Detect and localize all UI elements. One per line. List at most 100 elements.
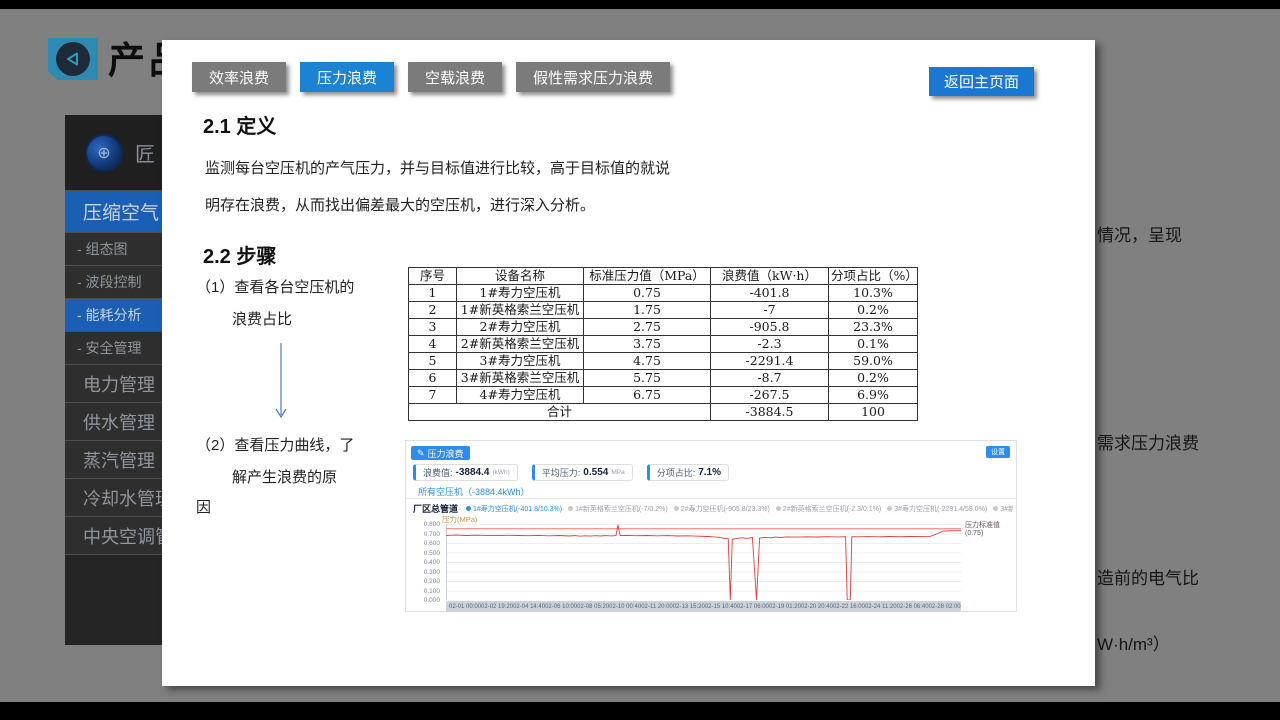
legend-item-5: 3#新英格索兰空压机(-8.7/0.2%) — [993, 504, 1013, 514]
section-2-heading: 2.2 步骤 — [203, 240, 276, 269]
sidebar-item-5[interactable]: 电力管理 — [65, 364, 162, 402]
stat-box-0: 浪费值:-3884.4(kWh) — [413, 464, 518, 481]
tab-0[interactable]: 效率浪费 — [192, 62, 286, 92]
cell-1-3: -7 — [711, 302, 829, 319]
step-1-text-line2: 浪费占比 — [232, 308, 292, 329]
sidebar-item-1[interactable]: - 组态图 — [65, 232, 162, 265]
total-label-cell: 合计 — [409, 404, 711, 421]
legend-item-2: 2#寿力空压机(-905.8/23.3%) — [674, 504, 770, 514]
x-tick-1: 02-02 19:20 — [481, 604, 513, 610]
x-tick-11: 02-20 20:40 — [801, 604, 833, 610]
x-tick-6: 02-11 20:00 — [641, 604, 673, 610]
table-row-6: 74#寿力空压机6.75-267.56.9% — [409, 387, 918, 404]
cell-3-0: 4 — [409, 336, 457, 353]
legend-item-1: 1#新英格索兰空压机(-7/0.2%) — [568, 504, 668, 514]
tab-3[interactable]: 假性需求压力浪费 — [516, 62, 670, 92]
sidebar-item-0[interactable]: 压缩空气 — [65, 190, 162, 232]
tab-2[interactable]: 空载浪费 — [408, 62, 502, 92]
cell-5-2: 5.75 — [584, 370, 711, 387]
sidebar-item-4[interactable]: - 安全管理 — [65, 331, 162, 364]
stat-label-0: 浪费值: — [423, 466, 453, 479]
x-tick-7: 02-13 15:20 — [673, 604, 705, 610]
cell-6-4: 6.9% — [829, 387, 918, 404]
cell-1-0: 2 — [409, 302, 457, 319]
table-col-header-0: 序号 — [409, 268, 457, 285]
cell-2-0: 3 — [409, 319, 457, 336]
cell-4-0: 5 — [409, 353, 457, 370]
total-waste-cell: -3884.5 — [711, 404, 829, 421]
x-tick-2: 02-04 14:40 — [513, 604, 545, 610]
cell-2-1: 2#寿力空压机 — [457, 319, 584, 336]
sidebar-item-7[interactable]: 蒸汽管理 — [65, 440, 162, 478]
table-col-header-1: 设备名称 — [457, 268, 584, 285]
cell-5-4: 0.2% — [829, 370, 918, 387]
sidebar-item-9[interactable]: 中央空调管理 — [65, 516, 162, 554]
cell-5-3: -8.7 — [711, 370, 829, 387]
y-tick-2: 0.600 — [424, 540, 440, 547]
stat-unit-0: (kWh) — [492, 469, 509, 476]
sidebar-item-8[interactable]: 冷却水管理 — [65, 478, 162, 516]
y-tick-0: 0.800 — [424, 521, 440, 528]
cell-3-2: 3.75 — [584, 336, 711, 353]
y-tick-1: 0.700 — [424, 531, 440, 538]
legend-dot-1 — [568, 506, 573, 511]
separator-line — [406, 498, 1016, 499]
waste-tabs: 效率浪费压力浪费空载浪费假性需求压力浪费 — [192, 62, 670, 92]
cell-4-3: -2291.4 — [711, 353, 829, 370]
stat-label-1: 平均压力: — [542, 466, 581, 479]
cell-6-2: 6.75 — [584, 387, 711, 404]
tab-1[interactable]: 压力浪费 — [300, 62, 394, 92]
cell-0-4: 10.3% — [829, 285, 918, 302]
legend-dot-2 — [674, 506, 679, 511]
table-header-row: 序号设备名称标准压力值（MPa）浪费值（kW·h）分项占比（%） — [409, 268, 918, 285]
step-2-text-line2: 解产生浪费的原 — [232, 466, 337, 487]
sidebar-filler — [65, 554, 162, 645]
cell-1-4: 0.2% — [829, 302, 918, 319]
bg-text-fragment-2: 需求压力浪费 — [1097, 429, 1199, 454]
sidebar-item-2[interactable]: - 波段控制 — [65, 265, 162, 298]
cell-4-4: 59.0% — [829, 353, 918, 370]
back-arrow-icon — [56, 42, 90, 76]
cell-0-0: 1 — [409, 285, 457, 302]
cell-3-3: -2.3 — [711, 336, 829, 353]
y-axis-ticks: 0.8000.7000.6000.5000.4000.3000.2000.100… — [410, 524, 442, 600]
chart-stats-row: 浪费值:-3884.4(kWh)平均压力:0.554MPa分项占比:7.1% — [413, 464, 729, 481]
cell-1-2: 1.75 — [584, 302, 711, 319]
table-total-row: 合计 -3884.5 100 — [409, 404, 918, 421]
edit-icon: ✎ — [417, 448, 425, 459]
cell-5-0: 6 — [409, 370, 457, 387]
stat-value-0: -3884.4 — [456, 467, 490, 478]
legend-item-4: 3#寿力空压机(-2291.4/59.0%) — [887, 504, 987, 514]
sidebar-header: ⊕ 匠 — [65, 115, 162, 190]
legend-dot-5 — [993, 506, 998, 511]
x-tick-12: 02-22 16:00 — [833, 604, 865, 610]
legend-dot-3 — [776, 506, 781, 511]
table-col-header-2: 标准压力值（MPa） — [584, 268, 711, 285]
x-tick-5: 02-10 00:40 — [609, 604, 641, 610]
brand-name: 匠 — [135, 138, 155, 167]
table-row-2: 32#寿力空压机2.75-905.823.3% — [409, 319, 918, 336]
down-arrow-icon — [274, 343, 288, 426]
bg-text-fragment-1: 情况，呈现 — [1097, 221, 1182, 246]
x-tick-15: 02-28 02:00 — [929, 604, 961, 610]
sidebar-item-6[interactable]: 供水管理 — [65, 402, 162, 440]
back-nav-icon[interactable] — [48, 38, 98, 80]
waste-table: 序号设备名称标准压力值（MPa）浪费值（kW·h）分项占比（%） 11#寿力空压… — [408, 267, 918, 421]
cell-5-1: 3#新英格索兰空压机 — [457, 370, 584, 387]
x-tick-3: 02-06 10:00 — [545, 604, 577, 610]
x-tick-10: 02-19 01:20 — [769, 604, 801, 610]
x-tick-4: 02-08 05:20 — [577, 604, 609, 610]
table-row-4: 53#寿力空压机4.75-2291.459.0% — [409, 353, 918, 370]
cell-6-1: 4#寿力空压机 — [457, 387, 584, 404]
cell-3-4: 0.1% — [829, 336, 918, 353]
y-tick-4: 0.400 — [424, 559, 440, 566]
step-1-text: （1）查看各台空压机的 — [196, 276, 354, 297]
sidebar-item-3[interactable]: - 能耗分析 — [65, 298, 162, 331]
cell-3-1: 2#新英格索兰空压机 — [457, 336, 584, 353]
x-tick-0: 02-01 00:00 — [449, 604, 481, 610]
return-main-button[interactable]: 返回主页面 — [929, 67, 1034, 96]
content-panel: 效率浪费压力浪费空载浪费假性需求压力浪费 返回主页面 2.1 定义 监测每台空压… — [162, 40, 1095, 686]
cell-2-2: 2.75 — [584, 319, 711, 336]
table-row-3: 42#新英格索兰空压机3.75-2.30.1% — [409, 336, 918, 353]
x-tick-13: 02-24 11:20 — [865, 604, 897, 610]
